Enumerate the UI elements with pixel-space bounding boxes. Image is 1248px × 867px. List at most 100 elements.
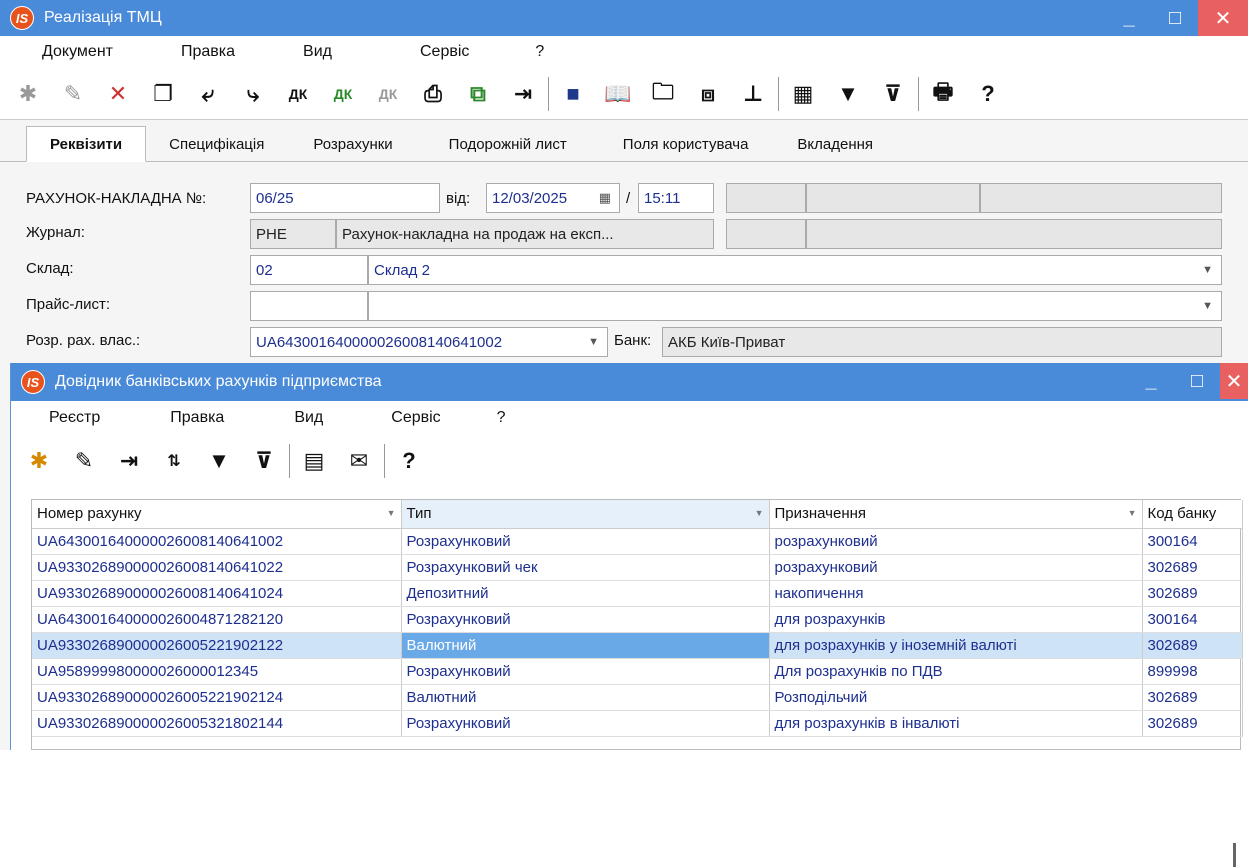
chevron-down-icon[interactable]: ▼	[588, 336, 599, 348]
edit-record-icon[interactable]: ✎	[70, 447, 98, 475]
cell-purpose[interactable]: для розрахунків	[769, 606, 1143, 633]
menu-view[interactable]: Вид	[303, 43, 332, 61]
cell-account[interactable]: UA933026890000026005221902124	[32, 684, 402, 711]
save-icon[interactable]: ■	[559, 80, 587, 108]
cell-type[interactable]: Розрахунковий	[401, 606, 770, 633]
cell-bank-code[interactable]: 899998	[1142, 658, 1243, 685]
cell-bank-code[interactable]: 302689	[1142, 554, 1243, 581]
menu-help[interactable]: ?	[497, 409, 506, 427]
table-row[interactable]: UA933026890000026005221902124 Валютний Роз…	[32, 684, 1243, 711]
help-icon[interactable]: ?	[974, 80, 1002, 108]
cell-type[interactable]: Розрахунковий	[401, 658, 770, 685]
cell-purpose[interactable]: розрахунковий	[769, 528, 1143, 555]
exit-icon[interactable]: ⇥	[115, 447, 143, 475]
cell-bank-code[interactable]: 302689	[1142, 710, 1243, 737]
table-row[interactable]: UA933026890000026005321802144 Розрахунков…	[32, 710, 1243, 737]
cell-type[interactable]: Розрахунковий	[401, 528, 770, 555]
menu-registry[interactable]: Реєстр	[49, 409, 100, 427]
tab-waybill[interactable]: Подорожній лист	[419, 127, 597, 161]
table-row[interactable]: UA643001640000026008140641002 Розрахунков…	[32, 528, 1243, 555]
cell-purpose[interactable]: для розрахунків у іноземній валюті	[769, 632, 1143, 659]
cell-account[interactable]: UA933026890000026005321802144	[32, 710, 402, 737]
minimize-button[interactable]: _	[1128, 363, 1174, 399]
column-header-type[interactable]: Тип ▼	[401, 500, 770, 529]
close-button[interactable]: ✕	[1220, 363, 1248, 399]
sort-icon[interactable]: ⇅	[160, 447, 188, 475]
debit-credit-icon[interactable]: ДК	[284, 80, 312, 108]
close-button[interactable]: ✕	[1198, 0, 1248, 36]
cell-bank-code[interactable]: 302689	[1142, 580, 1243, 607]
help-icon[interactable]: ?	[395, 447, 423, 475]
export-icon[interactable]: ⤷	[239, 80, 267, 108]
mail-icon[interactable]: ✉	[345, 447, 373, 475]
excel-export-icon[interactable]: ⧉	[464, 80, 492, 108]
cell-type[interactable]: Депозитний	[401, 580, 770, 607]
cell-account[interactable]: UA643001640000026004871282120	[32, 606, 402, 633]
cell-account[interactable]: UA933026890000026008140641022	[32, 554, 402, 581]
column-header-purpose[interactable]: Призначення ▼	[769, 500, 1143, 529]
tab-attachments[interactable]: Вкладення	[774, 127, 896, 161]
tab-user-fields[interactable]: Поля користувача	[597, 127, 775, 161]
print-preview-icon[interactable]: ⎙	[419, 80, 447, 108]
debit-credit-green-icon[interactable]: ДК	[329, 80, 357, 108]
cell-type[interactable]: Розрахунковий чек	[401, 554, 770, 581]
cell-type[interactable]: Валютний	[401, 684, 770, 711]
edit-doc-icon[interactable]: ✎	[59, 80, 87, 108]
chevron-down-icon[interactable]: ▼	[1202, 264, 1213, 276]
import-icon[interactable]: ⤶	[194, 80, 222, 108]
folder-icon[interactable]: 🗀	[649, 79, 677, 108]
account-select[interactable]: UA643001640000026008140641002 ▼	[250, 327, 608, 357]
column-header-bank-code[interactable]: Код банку	[1142, 500, 1243, 529]
cell-bank-code[interactable]: 302689	[1142, 684, 1243, 711]
table-row[interactable]: UA933026890000026005221902122 Валютний для…	[32, 632, 1243, 659]
tab-calculations[interactable]: Розрахунки	[287, 127, 418, 161]
cell-account[interactable]: UA933026890000026005221902122	[32, 632, 402, 659]
delete-doc-icon[interactable]: ✕	[104, 80, 132, 108]
menu-edit[interactable]: Правка	[181, 43, 235, 61]
copy-icon[interactable]: ❐	[149, 80, 177, 108]
maximize-button[interactable]: □	[1152, 0, 1198, 36]
new-record-icon[interactable]: ✱	[25, 447, 53, 475]
clear-filter-icon[interactable]: ⊽	[250, 447, 278, 475]
tab-specification[interactable]: Специфікація	[146, 127, 287, 161]
link-icon[interactable]: ⧈	[694, 80, 722, 108]
chevron-down-icon[interactable]: ▼	[1202, 300, 1213, 312]
filter-icon[interactable]: ▼	[205, 447, 233, 475]
minimize-button[interactable]: _	[1106, 0, 1152, 36]
filter-icon[interactable]: ▼	[834, 80, 862, 108]
document-icon[interactable]: ▤	[300, 447, 328, 475]
date-field[interactable]: 12/03/2025 ▦	[486, 183, 620, 213]
pricelist-code-field[interactable]	[250, 291, 368, 321]
invoice-number-field[interactable]: 06/25	[250, 183, 440, 213]
menu-edit[interactable]: Правка	[170, 409, 224, 427]
scrollbar-thumb[interactable]	[1233, 843, 1236, 867]
warehouse-code-field[interactable]: 02	[250, 255, 368, 285]
cell-purpose[interactable]: Розподільчий	[769, 684, 1143, 711]
tree-icon[interactable]: ⊥	[739, 80, 767, 108]
main-titlebar[interactable]: IS Реалізація ТМЦ _ □ ✕	[0, 0, 1248, 36]
cell-purpose[interactable]: розрахунковий	[769, 554, 1143, 581]
table-row[interactable]: UA643001640000026004871282120 Розрахунков…	[32, 606, 1243, 633]
menu-document[interactable]: Документ	[42, 43, 113, 61]
cell-account[interactable]: UA958999980000026000012345	[32, 658, 402, 685]
cell-purpose[interactable]: Для розрахунків по ПДВ	[769, 658, 1143, 685]
column-header-account[interactable]: Номер рахунку ▼	[32, 500, 402, 529]
new-doc-icon[interactable]: ✱	[14, 80, 42, 108]
warehouse-select[interactable]: Склад 2 ▼	[368, 255, 1222, 285]
cell-account[interactable]: UA643001640000026008140641002	[32, 528, 402, 555]
menu-view[interactable]: Вид	[294, 409, 323, 427]
book-icon[interactable]: 📖	[604, 80, 632, 108]
table-row[interactable]: UA933026890000026008140641024 Депозитний н…	[32, 580, 1243, 607]
grid-icon[interactable]: ▦	[789, 80, 817, 108]
printer-icon[interactable]: 🖶	[929, 79, 957, 108]
cell-purpose[interactable]: накопичення	[769, 580, 1143, 607]
cell-bank-code[interactable]: 300164	[1142, 606, 1243, 633]
menu-help[interactable]: ?	[535, 43, 544, 61]
menu-service[interactable]: Сервіс	[420, 43, 469, 61]
cell-purpose[interactable]: для розрахунків в інвалюті	[769, 710, 1143, 737]
tab-details[interactable]: Реквізити	[26, 126, 147, 162]
pricelist-select[interactable]: ▼	[368, 291, 1222, 321]
debit-credit-gray-icon[interactable]: ДК	[374, 80, 402, 108]
cell-type[interactable]: Валютний	[401, 632, 770, 659]
exit-icon[interactable]: ⇥	[509, 80, 537, 108]
